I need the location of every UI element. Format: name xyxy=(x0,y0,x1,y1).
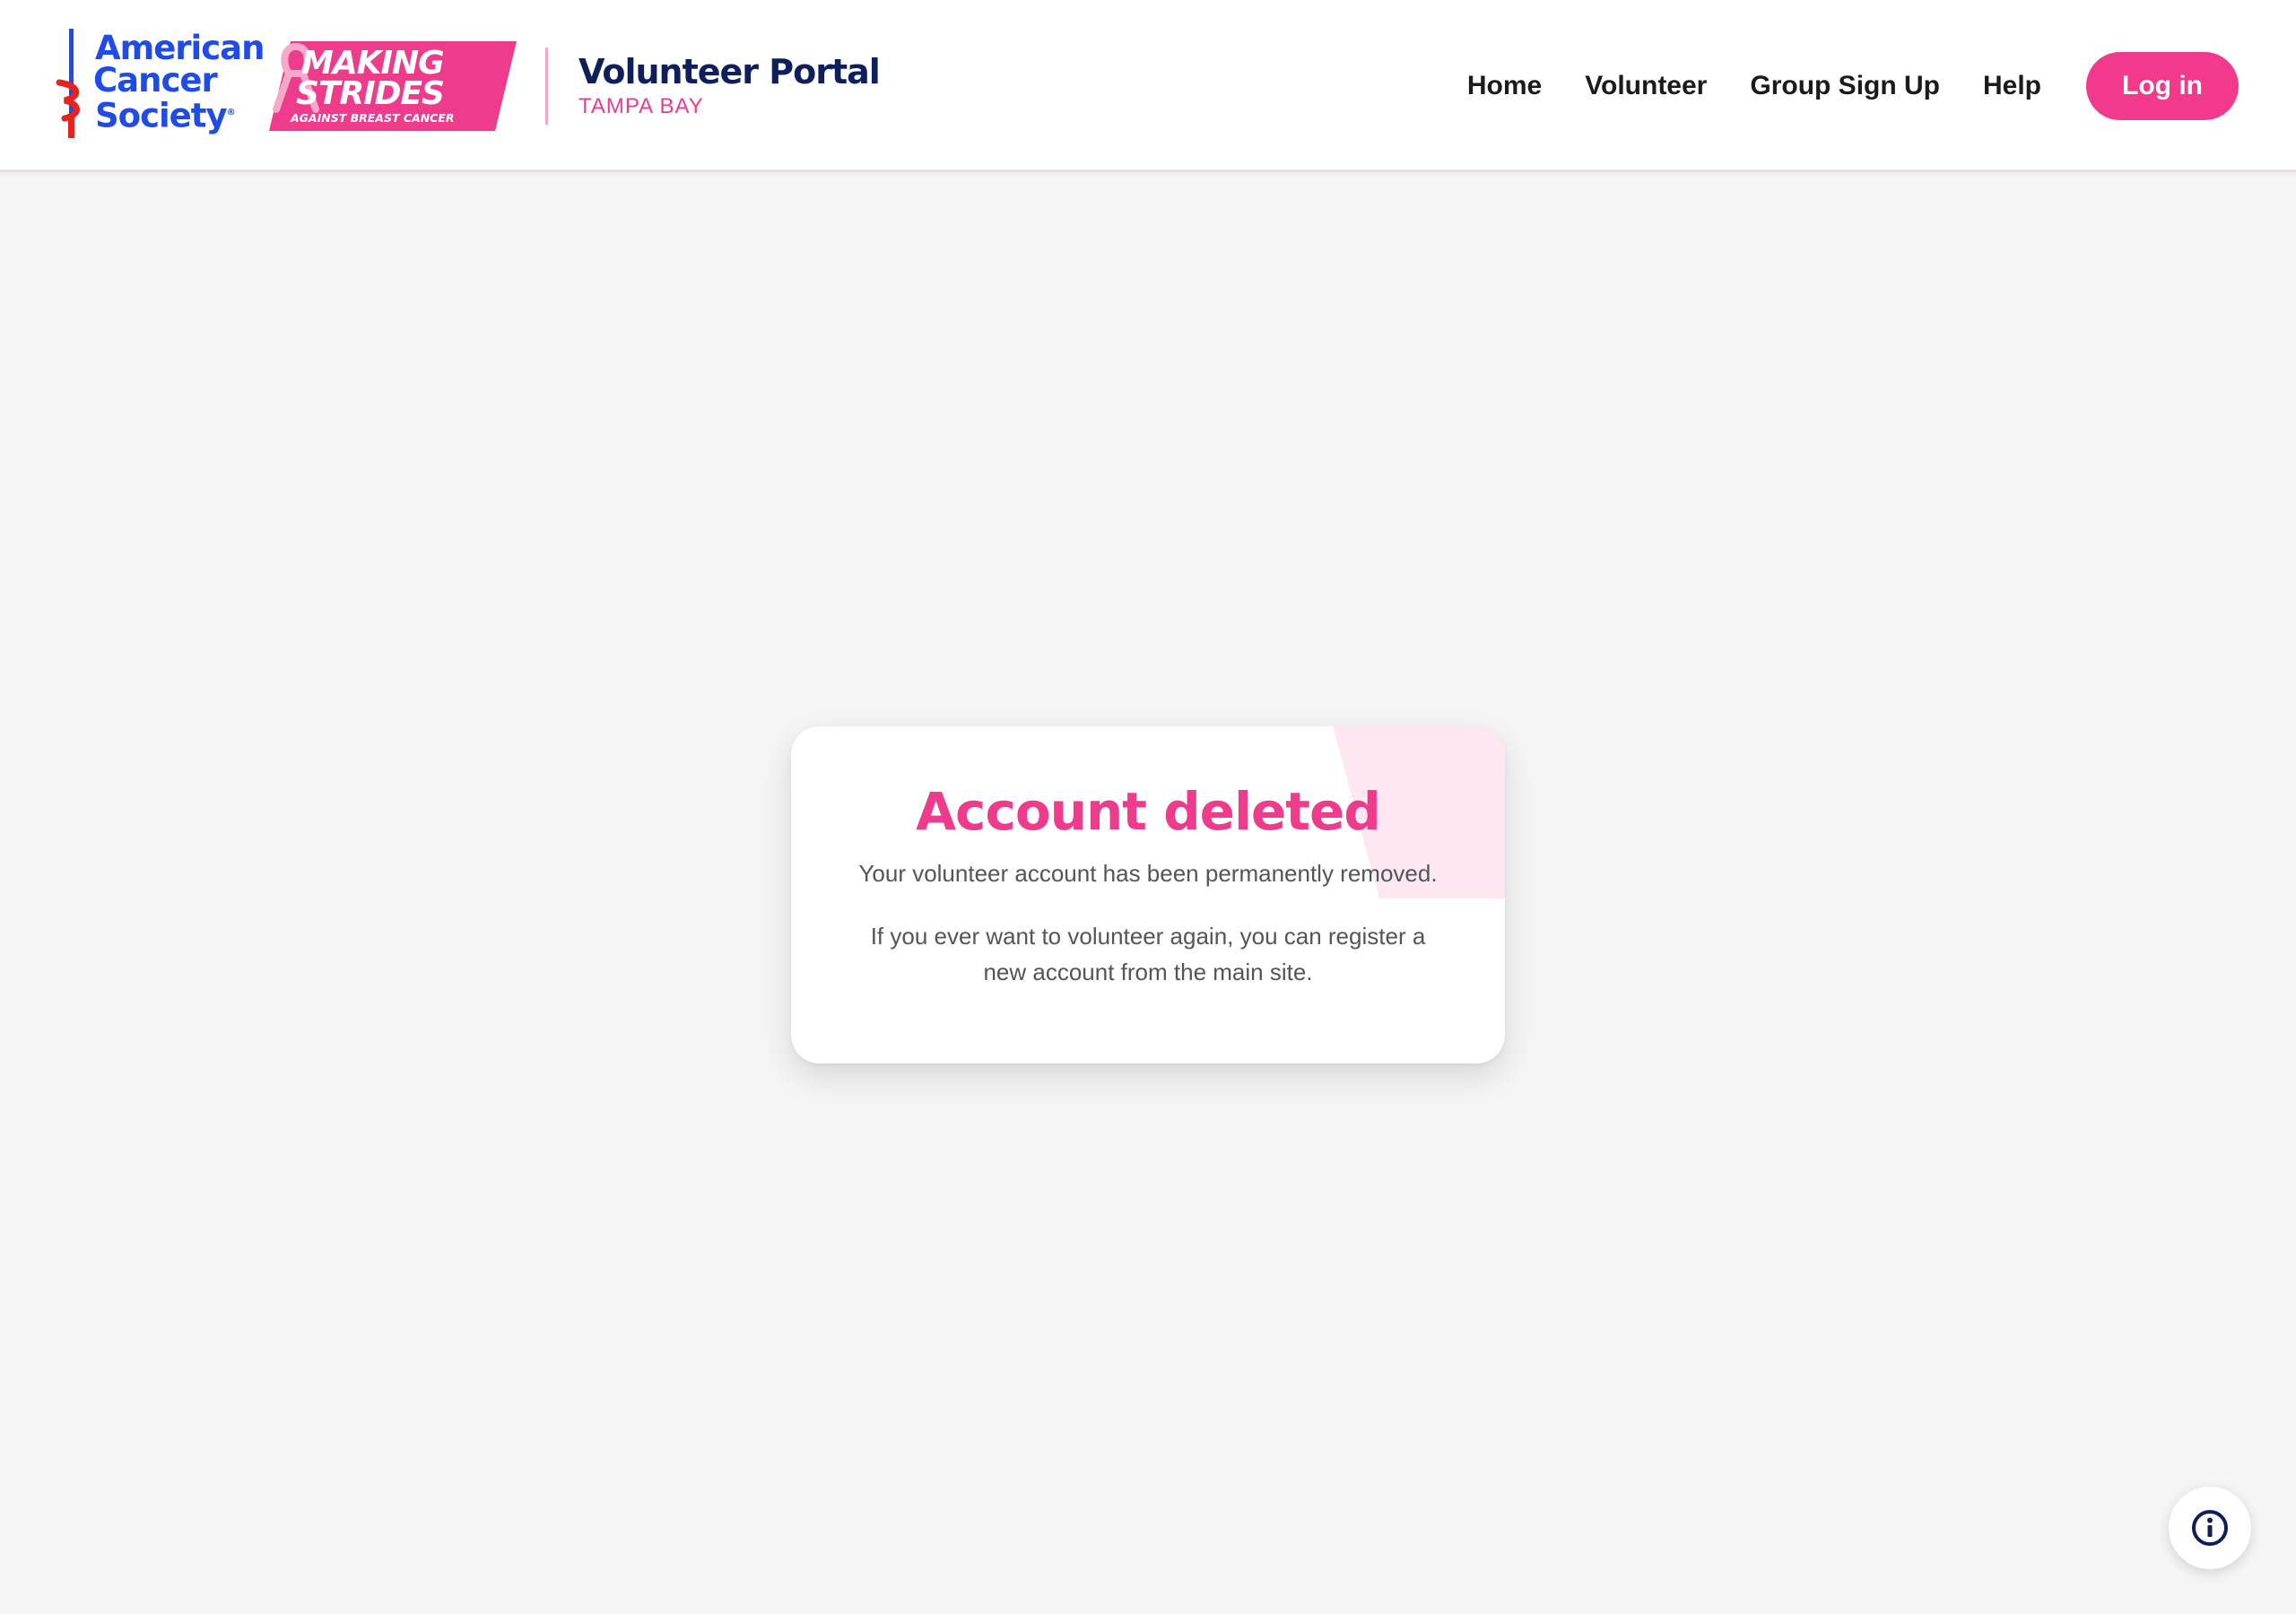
nav-volunteer[interactable]: Volunteer xyxy=(1585,71,1707,101)
portal-subtitle: TAMPA BAY xyxy=(578,94,704,118)
main-nav: Home Volunteer Group Sign Up Help Log in xyxy=(1467,52,2239,120)
info-icon xyxy=(2192,1510,2228,1546)
american-cancer-society-logo[interactable]: American Cancer Society® xyxy=(54,25,269,147)
brand-area[interactable]: American Cancer Society® MAKING STRIDES … xyxy=(54,25,881,147)
nav-group-sign-up[interactable]: Group Sign Up xyxy=(1750,71,1940,101)
card-title: Account deleted xyxy=(916,781,1381,842)
ms-line-2: STRIDES xyxy=(296,75,445,112)
nav-help[interactable]: Help xyxy=(1983,71,2041,101)
ms-line-1: MAKING xyxy=(301,45,445,82)
site-header: American Cancer Society® MAKING STRIDES … xyxy=(0,0,2296,172)
acs-line-3: Society xyxy=(95,96,228,135)
ms-line-3: AGAINST BREAST CANCER xyxy=(291,111,455,125)
portal-heading: Volunteer Portal TAMPA BAY xyxy=(578,52,881,120)
acs-wordmark: American Cancer Society® xyxy=(93,29,265,135)
card-message: Your volunteer account has been permanen… xyxy=(858,860,1438,887)
acs-line-2: Cancer xyxy=(93,61,218,100)
nav-home[interactable]: Home xyxy=(1467,71,1542,101)
making-strides-logo[interactable]: MAKING STRIDES AGAINST BREAST CANCER xyxy=(269,41,517,131)
info-button[interactable] xyxy=(2169,1487,2251,1569)
sword-of-hope-icon xyxy=(56,29,80,138)
brand-divider xyxy=(545,48,548,125)
making-strides-wordmark: MAKING STRIDES AGAINST BREAST CANCER xyxy=(291,48,455,126)
card-note: If you ever want to volunteer again, you… xyxy=(870,923,1426,985)
registered-mark: ® xyxy=(226,108,236,117)
portal-title: Volunteer Portal xyxy=(578,52,881,91)
login-button[interactable]: Log in xyxy=(2086,52,2239,120)
account-deleted-card: Account deleted Your volunteer account h… xyxy=(791,726,1505,1063)
acs-line-1: American xyxy=(95,29,265,67)
